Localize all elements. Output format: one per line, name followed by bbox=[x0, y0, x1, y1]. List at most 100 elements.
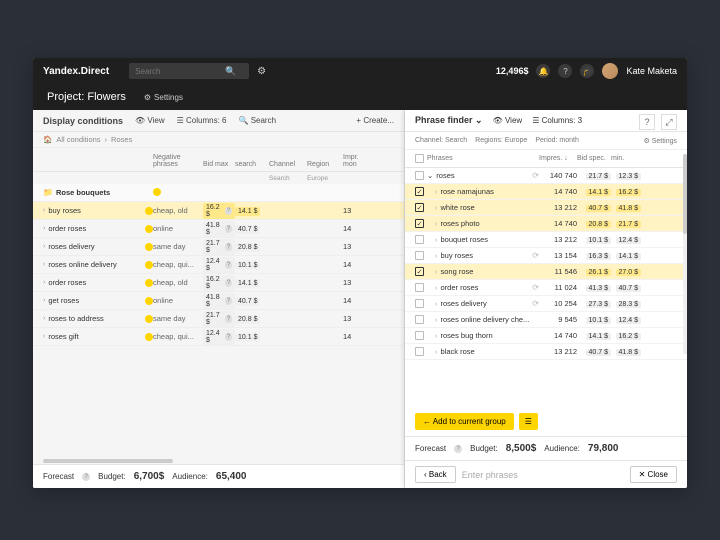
view-button[interactable]: 👁 View bbox=[493, 116, 523, 125]
back-button[interactable]: ‹ Back bbox=[415, 466, 456, 483]
bell-icon[interactable]: 🔔 bbox=[536, 64, 550, 78]
table-row[interactable]: › get rosesonline41.8 $ ?40.7 $14 bbox=[33, 292, 404, 310]
chevron-right-icon: › bbox=[435, 283, 438, 292]
status-dot bbox=[153, 188, 161, 196]
phrase-row[interactable]: ✓› rose namajunas14 74014.1 $16.2 $ bbox=[405, 184, 687, 200]
right-panel: Phrase finder ⌄ 👁 View ☰ Columns: 3 ? ⤢ … bbox=[405, 110, 687, 488]
chevron-right-icon: › bbox=[435, 267, 438, 276]
add-to-group-button[interactable]: ← Add to current group bbox=[415, 413, 514, 430]
chevron-right-icon: › bbox=[43, 315, 45, 322]
phrase-row[interactable]: ✓› roses photo14 74020.8 $21.7 $ bbox=[405, 216, 687, 232]
search-wrap[interactable]: 🔍 bbox=[129, 63, 249, 79]
status-dot bbox=[145, 297, 153, 305]
phrase-row[interactable]: ✓› order roses⟳11 02441.3 $40.7 $ bbox=[405, 280, 687, 296]
audience-value: 79,800 bbox=[588, 443, 619, 454]
group-row[interactable]: 📁 Rose bouquets bbox=[33, 184, 404, 202]
columns-button[interactable]: ☰ Columns: 3 bbox=[532, 116, 582, 125]
breadcrumb-all[interactable]: All conditions bbox=[56, 135, 100, 144]
help-icon[interactable]: ? bbox=[454, 445, 462, 453]
checkbox[interactable]: ✓ bbox=[415, 267, 424, 276]
phrase-row[interactable]: ✓› roses bug thorn14 74014.1 $16.2 $ bbox=[405, 328, 687, 344]
gear-icon: ⚙ bbox=[144, 93, 151, 102]
phrase-row[interactable]: ✓› song rose11 54626.1 $27.0 $ bbox=[405, 264, 687, 280]
sync-icon: ⟳ bbox=[532, 283, 539, 292]
filter-bar: Channel: Search Regions: Europe Period: … bbox=[405, 132, 687, 150]
checkbox[interactable]: ✓ bbox=[415, 187, 424, 196]
close-button[interactable]: ✕ Close bbox=[630, 466, 677, 483]
folder-icon: 📁 bbox=[43, 188, 53, 197]
edu-icon[interactable]: 🎓 bbox=[580, 64, 594, 78]
chevron-right-icon: › bbox=[435, 187, 438, 196]
table-row[interactable]: › roses online deliverycheap, qui...12.4… bbox=[33, 256, 404, 274]
panel-title[interactable]: Phrase finder ⌄ bbox=[415, 115, 483, 126]
table-row[interactable]: › order rosesonline41.8 $ ?40.7 $14 bbox=[33, 220, 404, 238]
checkbox[interactable]: ✓ bbox=[415, 347, 424, 356]
phrase-row[interactable]: ✓› black rose13 21240.7 $41.8 $ bbox=[405, 344, 687, 360]
help-button[interactable]: ? bbox=[639, 114, 655, 130]
project-settings-button[interactable]: ⚙ Settings bbox=[144, 93, 183, 102]
checkbox-all[interactable]: ✓ bbox=[415, 154, 424, 163]
search-button[interactable]: 🔍 Search bbox=[238, 116, 276, 125]
help-icon[interactable]: ? bbox=[558, 64, 572, 78]
view-button[interactable]: 👁 View bbox=[135, 116, 165, 125]
avatar[interactable] bbox=[602, 63, 618, 79]
phrase-row[interactable]: ✓› roses online delivery che...9 54510.1… bbox=[405, 312, 687, 328]
status-dot bbox=[145, 225, 153, 233]
breadcrumb: 🏠 All conditions › Roses bbox=[33, 132, 404, 148]
chevron-right-icon: › bbox=[435, 219, 438, 228]
checkbox[interactable]: ✓ bbox=[415, 219, 424, 228]
sync-icon: ⟳ bbox=[532, 299, 539, 308]
columns-button[interactable]: ☰ Columns: 6 bbox=[177, 116, 227, 125]
phrase-table-header: ✓ Phrases Impres. ↓ Bid spec. min. bbox=[405, 150, 687, 168]
status-dot bbox=[145, 333, 153, 341]
table-row[interactable]: › order rosescheap, old16.2 $ ?14.1 $13 bbox=[33, 274, 404, 292]
gear-icon[interactable]: ⚙ bbox=[257, 66, 266, 77]
checkbox[interactable]: ✓ bbox=[415, 299, 424, 308]
app-window: Yandex.Direct 🔍 ⚙ 12,496$ 🔔 ? 🎓 Kate Mak… bbox=[33, 58, 687, 488]
status-dot bbox=[145, 315, 153, 323]
phrase-row[interactable]: ✓› bouquet roses13 21210.1 $12.4 $ bbox=[405, 232, 687, 248]
chevron-right-icon: › bbox=[43, 243, 45, 250]
logo: Yandex.Direct bbox=[43, 66, 109, 77]
topbar: Yandex.Direct 🔍 ⚙ 12,496$ 🔔 ? 🎓 Kate Mak… bbox=[33, 58, 687, 84]
chevron-right-icon: › bbox=[43, 297, 45, 304]
audience-value: 65,400 bbox=[216, 471, 247, 482]
table-row[interactable]: › roses to addresssame day21.7 $ ?20.8 $… bbox=[33, 310, 404, 328]
status-dot bbox=[145, 243, 153, 251]
help-icon[interactable]: ? bbox=[82, 473, 90, 481]
panel-title: Display conditions bbox=[43, 116, 123, 126]
table-row[interactable]: › buy rosescheap, old16.2 $ ?14.1 $13 bbox=[33, 202, 404, 220]
phrase-row[interactable]: ✓› buy roses⟳13 15416.3 $14.1 $ bbox=[405, 248, 687, 264]
table-row[interactable]: › roses giftcheap, qui...12.4 $ ?10.1 $1… bbox=[33, 328, 404, 346]
status-dot bbox=[145, 261, 153, 269]
checkbox[interactable]: ✓ bbox=[415, 283, 424, 292]
add-group-bar: ← Add to current group ☰ bbox=[405, 407, 687, 436]
checkbox[interactable]: ✓ bbox=[415, 235, 424, 244]
checkbox[interactable]: ✓ bbox=[415, 203, 424, 212]
settings-button[interactable]: ⚙ Settings bbox=[643, 137, 677, 145]
expand-button[interactable]: ⤢ bbox=[661, 114, 677, 130]
phrase-row[interactable]: ✓› white rose13 21240.7 $41.8 $ bbox=[405, 200, 687, 216]
right-forecast-bar: Forecast ? Budget: 8,500$ Audience: 79,8… bbox=[405, 436, 687, 460]
balance: 12,496$ bbox=[496, 66, 529, 76]
scrollbar-vertical[interactable] bbox=[683, 154, 687, 354]
search-input[interactable] bbox=[135, 67, 225, 76]
create-button[interactable]: + Create... bbox=[356, 116, 394, 125]
phrase-row[interactable]: ✓› roses delivery⟳10 25427.3 $28.3 $ bbox=[405, 296, 687, 312]
breadcrumb-roses[interactable]: Roses bbox=[111, 135, 132, 144]
checkbox[interactable]: ✓ bbox=[415, 331, 424, 340]
chevron-right-icon: › bbox=[43, 225, 45, 232]
chevron-down-icon: ⌄ bbox=[475, 115, 483, 125]
left-panel: Display conditions 👁 View ☰ Columns: 6 🔍… bbox=[33, 110, 405, 488]
search-icon: 🔍 bbox=[225, 66, 236, 77]
chevron-right-icon: › bbox=[435, 331, 438, 340]
add-menu-button[interactable]: ☰ bbox=[519, 413, 538, 430]
checkbox[interactable]: ✓ bbox=[415, 251, 424, 260]
table-header: Negative phrases Bid max search Channel … bbox=[33, 148, 404, 172]
project-bar: Project: Flowers ⚙ Settings bbox=[33, 84, 687, 110]
chevron-right-icon: › bbox=[43, 207, 45, 214]
phrase-parent-row[interactable]: ✓ ⌄ roses ⟳ 140 740 21.7 $ 12.3 $ bbox=[405, 168, 687, 184]
table-row[interactable]: › roses deliverysame day21.7 $ ?20.8 $13 bbox=[33, 238, 404, 256]
checkbox[interactable]: ✓ bbox=[415, 315, 424, 324]
main: Display conditions 👁 View ☰ Columns: 6 🔍… bbox=[33, 110, 687, 488]
